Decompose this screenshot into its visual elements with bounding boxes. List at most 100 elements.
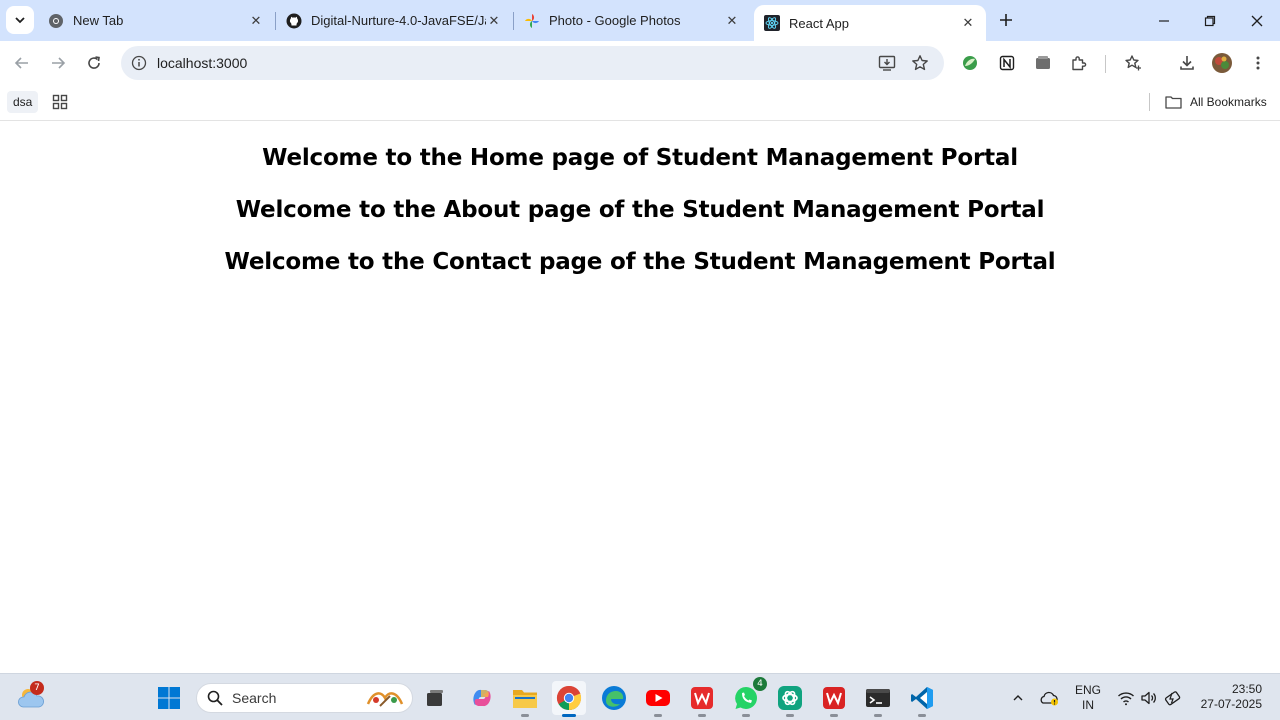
contact-heading: Welcome to the Contact page of the Stude… (224, 249, 1056, 275)
downloads-icon[interactable] (1173, 49, 1201, 77)
edge-button[interactable] (597, 681, 631, 715)
windows-taskbar: 7 Search 4 ENG IN 23:50 27-07-2025 (0, 673, 1280, 720)
all-bookmarks-button[interactable]: All Bookmarks (1165, 91, 1267, 113)
file-explorer-button[interactable] (508, 681, 542, 717)
wps-office-button[interactable] (817, 681, 851, 717)
close-window-button[interactable] (1234, 0, 1280, 41)
chatgpt-icon (778, 686, 802, 710)
language-indicator[interactable]: ENG IN (1072, 683, 1104, 713)
taskbar-search-box[interactable]: Search (196, 683, 413, 713)
bookmarks-bar: dsa All Bookmarks (0, 85, 1280, 121)
close-icon[interactable]: ✕ (724, 13, 740, 29)
copilot-button[interactable] (465, 681, 499, 715)
address-url: localhost:3000 (157, 55, 248, 71)
forward-button[interactable] (44, 49, 72, 77)
tab-react-app[interactable]: React App ✕ (754, 5, 986, 41)
copilot-icon (473, 689, 491, 707)
whatsapp-button[interactable]: 4 (729, 677, 767, 717)
tab-github[interactable]: Digital-Nurture-4.0-JavaFSE/Jav ✕ (276, 4, 512, 37)
running-indicator (742, 714, 750, 717)
close-icon[interactable]: ✕ (248, 13, 264, 29)
chrome-taskbar-button[interactable] (552, 681, 586, 717)
running-indicator (918, 714, 926, 717)
running-indicator (654, 714, 662, 717)
reload-icon (88, 56, 100, 69)
show-hidden-icons-button[interactable] (1008, 674, 1028, 720)
about-heading: Welcome to the About page of the Student… (235, 197, 1045, 223)
bookmarks-divider (1149, 93, 1150, 111)
tab-title: New Tab (73, 13, 124, 28)
whatsapp-badge: 4 (753, 677, 767, 691)
vscode-icon (911, 687, 933, 709)
more-vertical-icon (1256, 56, 1260, 70)
reading-list-icon[interactable] (1119, 49, 1147, 77)
volume-icon[interactable] (1139, 674, 1159, 720)
folder-icon (1165, 96, 1182, 109)
tab-new-tab[interactable]: New Tab ✕ (38, 4, 274, 37)
extension-green-icon[interactable] (956, 49, 984, 77)
youtube-button[interactable] (641, 681, 675, 717)
weather-widget[interactable]: 7 (14, 681, 48, 715)
toolbar-divider (1105, 55, 1106, 73)
language-region: IN (1082, 698, 1094, 712)
running-indicator (874, 714, 882, 717)
address-bar[interactable]: localhost:3000 (121, 46, 944, 80)
github-icon (286, 13, 302, 29)
bookmark-dsa[interactable]: dsa (7, 91, 39, 113)
install-app-icon[interactable] (876, 52, 898, 74)
all-bookmarks-label: All Bookmarks (1190, 95, 1267, 109)
react-icon (764, 15, 780, 31)
start-button[interactable] (152, 681, 186, 715)
google-photos-icon (524, 13, 540, 29)
wifi-icon[interactable] (1116, 674, 1136, 720)
system-clock[interactable]: 23:50 27-07-2025 (1190, 682, 1262, 712)
chevron-up-icon (1013, 694, 1023, 700)
bookmark-star-icon[interactable] (909, 52, 931, 74)
chrome-icon (556, 685, 582, 711)
search-icon (206, 689, 224, 707)
running-indicator (562, 714, 576, 717)
site-info-icon[interactable] (129, 53, 149, 73)
clock-time: 23:50 (1231, 682, 1262, 696)
tab-title: Photo - Google Photos (549, 13, 681, 28)
vscode-button[interactable] (905, 681, 939, 717)
battery-icon[interactable] (1163, 674, 1185, 720)
browser-toolbar: localhost:3000 (0, 41, 1280, 85)
tab-title: React App (789, 15, 849, 31)
terminal-icon (866, 689, 890, 707)
browser-menu-button[interactable] (1244, 49, 1272, 77)
profile-avatar[interactable] (1208, 49, 1236, 77)
close-icon (1251, 15, 1263, 26)
reload-button[interactable] (80, 49, 108, 77)
search-highlight-icon (366, 692, 404, 707)
terminal-button[interactable] (861, 681, 895, 717)
tab-title: Digital-Nurture-4.0-JavaFSE/Jav (311, 13, 486, 28)
youtube-icon (646, 690, 670, 706)
wps-writer-button[interactable] (685, 681, 719, 717)
chrome-icon (48, 13, 64, 29)
notion-icon[interactable] (993, 49, 1021, 77)
windows-logo-icon (158, 687, 180, 709)
new-tab-button[interactable] (994, 8, 1018, 32)
back-button[interactable] (8, 49, 36, 77)
chatgpt-button[interactable] (773, 681, 807, 717)
minimize-button[interactable] (1141, 0, 1187, 41)
tab-search-button[interactable] (6, 6, 34, 34)
apps-grid-icon[interactable] (50, 92, 70, 112)
running-indicator (786, 714, 794, 717)
task-view-icon (427, 690, 443, 706)
close-icon[interactable]: ✕ (486, 13, 502, 29)
search-placeholder: Search (232, 690, 277, 706)
running-indicator (521, 714, 529, 717)
plus-icon (1000, 14, 1012, 26)
close-icon[interactable]: ✕ (960, 15, 976, 31)
folder-icon (513, 690, 537, 708)
onedrive-tray-icon[interactable] (1038, 674, 1062, 720)
restore-button[interactable] (1187, 0, 1233, 41)
extensions-puzzle-icon[interactable] (1065, 49, 1093, 77)
extension-grey-icon[interactable] (1029, 49, 1057, 77)
tab-google-photos[interactable]: Photo - Google Photos ✕ (514, 4, 750, 37)
arrow-right-icon (52, 57, 66, 69)
task-view-button[interactable] (418, 681, 452, 715)
running-indicator (830, 714, 838, 717)
